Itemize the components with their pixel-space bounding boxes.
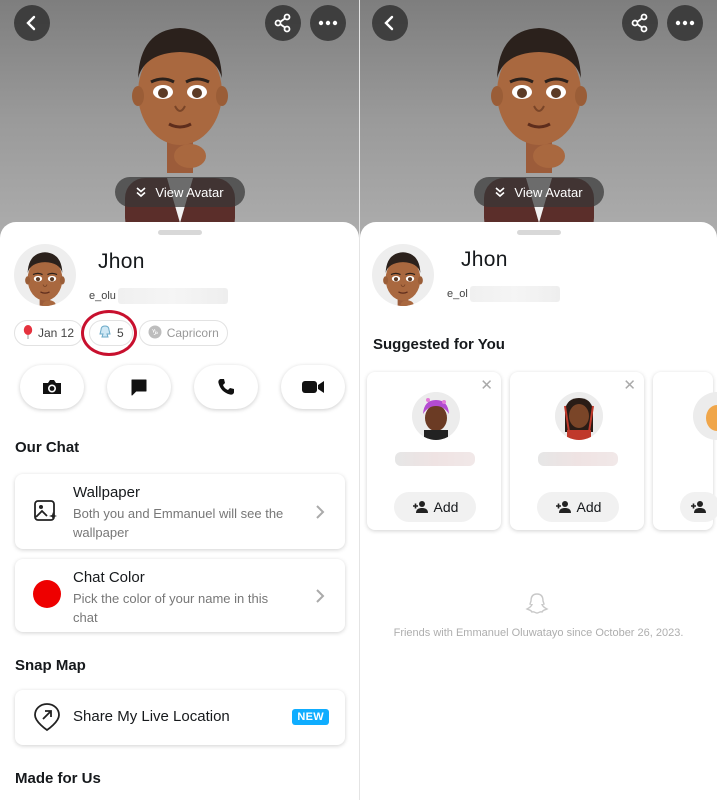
share-icon [631,13,648,33]
suggested-for-you-title: Suggested for You [373,336,505,353]
more-options-button[interactable] [310,5,346,41]
made-for-us-title: Made for Us [15,770,101,787]
share-button[interactable] [622,5,658,41]
share-live-location-card[interactable]: Share My Live Location NEW [15,690,345,745]
avatar-hero: View Avatar [360,0,717,240]
profile-sheet: Jhon e_ol Suggested for You ✕ Add ✕ Add … [360,222,717,800]
back-arrow-icon [384,15,394,31]
profile-panel-left: View Avatar Jhon e_olu Jan 12 5 ♑ Capric… [0,0,359,800]
svg-text:♑: ♑ [151,328,158,337]
add-friend-icon [412,501,428,513]
chevrons-down-icon [495,187,505,198]
suggested-friend-card[interactable]: ✕ Add [510,372,644,530]
wallpaper-title: Wallpaper [73,484,140,501]
chat-color-card[interactable]: Chat Color Pick the color of your name i… [15,559,345,632]
suggested-friend-card-partial[interactable] [653,372,717,530]
suggested-friend-name-redacted [538,452,618,466]
add-friend-button[interactable]: Add [394,492,476,522]
zodiac-badge[interactable]: ♑ Capricorn [138,320,228,346]
birthday-label: Jan 12 [38,326,75,340]
new-badge: NEW [292,709,329,725]
dismiss-icon[interactable]: ✕ [480,376,493,394]
username-row: e_ol [447,286,560,302]
wallpaper-subtitle: Both you and Emmanuel will see the wallp… [73,506,284,540]
share-icon [274,13,291,33]
view-avatar-button[interactable]: View Avatar [114,177,245,207]
avatar-hero: View Avatar [0,0,359,240]
friends-since-text: Friends with Emmanuel Oluwatayo since Oc… [393,627,684,639]
back-button[interactable] [14,5,50,41]
username: e_olu [89,290,116,302]
username-redaction [117,288,228,304]
profile-picture[interactable] [372,244,434,306]
chevron-right-icon [315,504,325,525]
add-friend-button[interactable] [680,492,717,522]
suggested-friend-avatar [693,392,717,440]
camera-button[interactable] [20,365,84,409]
back-button[interactable] [372,5,408,41]
chat-color-title: Chat Color [73,569,145,586]
add-friend-icon [555,501,571,513]
video-call-button[interactable] [281,365,345,409]
suggested-friends-carousel[interactable]: ✕ Add ✕ Add [367,372,717,530]
highlight-ring [81,310,137,356]
camera-icon [43,380,61,394]
add-friend-icon [691,501,706,513]
chevrons-down-icon [136,187,146,198]
more-icon [675,20,695,26]
display-name: Jhon [98,250,145,273]
chevron-right-icon [315,588,325,609]
share-live-location-title: Share My Live Location [73,708,230,725]
location-share-icon [33,702,61,737]
chat-button[interactable] [107,365,171,409]
profile-sheet: Jhon e_olu Jan 12 5 ♑ Capricorn Our Chat… [0,222,359,800]
add-label: Add [433,499,459,515]
phone-icon [218,379,234,395]
back-arrow-icon [26,15,36,31]
video-icon [302,381,324,393]
suggested-friend-name-redacted [395,452,475,466]
profile-panel-right: View Avatar Jhon e_ol Suggested for You … [359,0,717,800]
wallpaper-icon [33,498,59,529]
our-chat-title: Our Chat [15,439,80,456]
username-row: e_olu [89,288,228,304]
suggested-friend-card[interactable]: ✕ Add [367,372,501,530]
username-redaction [469,286,560,302]
zodiac-label: Capricorn [166,326,219,340]
suggested-friend-avatar [555,392,603,440]
avatar-thumbnail [372,244,434,306]
balloon-icon [23,324,33,342]
sheet-grabber[interactable] [516,230,561,235]
display-name: Jhon [461,248,508,271]
more-icon [318,20,338,26]
view-avatar-button[interactable]: View Avatar [473,177,604,207]
share-button[interactable] [265,5,301,41]
add-friend-button[interactable]: Add [537,492,619,522]
username: e_ol [447,288,468,300]
add-label: Add [576,499,602,515]
more-options-button[interactable] [667,5,703,41]
dismiss-icon[interactable]: ✕ [623,376,636,394]
wallpaper-card[interactable]: Wallpaper Both you and Emmanuel will see… [15,474,345,549]
view-avatar-label: View Avatar [155,184,224,200]
profile-picture[interactable] [14,244,76,306]
avatar-thumbnail [14,244,76,306]
chat-color-swatch-icon [32,579,62,614]
chat-icon [131,379,147,396]
call-button[interactable] [194,365,258,409]
chat-color-subtitle: Pick the color of your name in this chat [73,591,269,625]
snap-map-title: Snap Map [15,657,86,674]
birthday-badge[interactable]: Jan 12 [14,320,84,346]
capricorn-icon: ♑ [148,325,162,342]
quick-actions [20,365,345,409]
suggested-friend-avatar [412,392,460,440]
sheet-grabber[interactable] [157,230,202,235]
snapchat-ghost-icon [525,592,549,621]
view-avatar-label: View Avatar [514,184,583,200]
